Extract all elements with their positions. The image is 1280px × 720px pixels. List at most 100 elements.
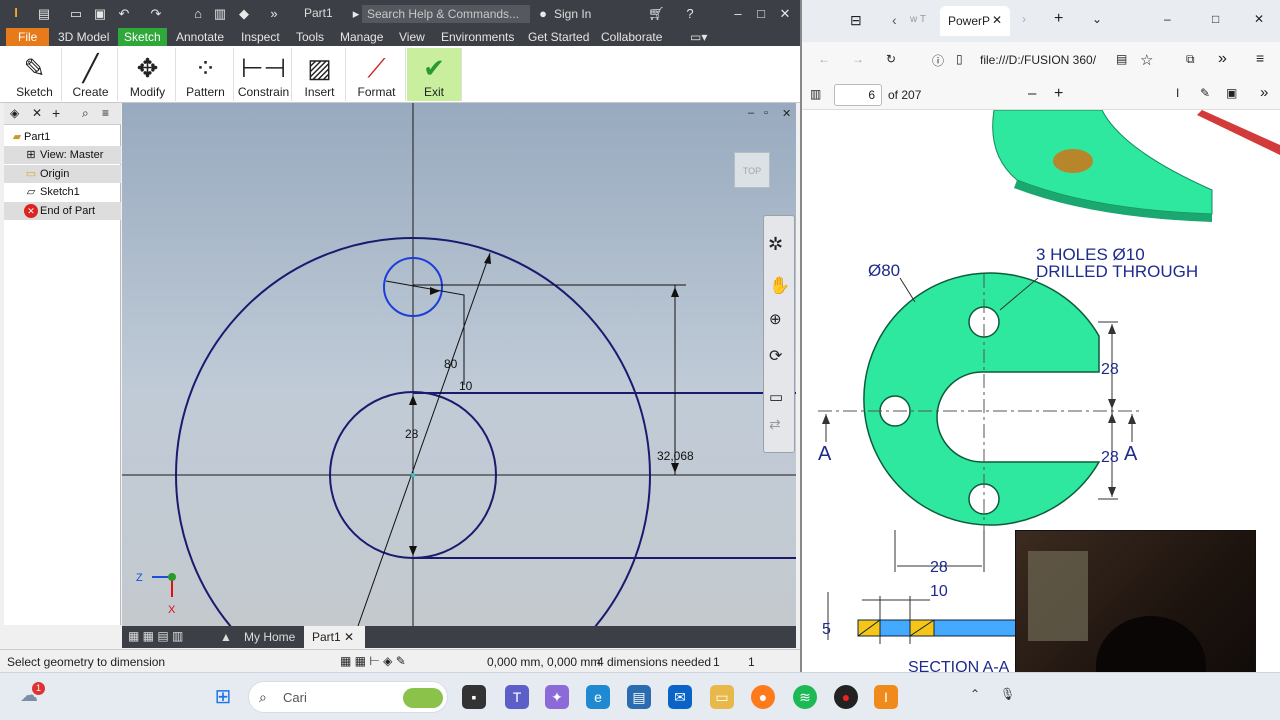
tab-annotate[interactable]: Annotate (170, 28, 230, 46)
address-bar[interactable]: file:///D:/FUSION 360/ (980, 53, 1096, 67)
steering-wheel-icon[interactable]: ✲ (768, 234, 783, 255)
pattern-button[interactable]: ⁘ Pattern (178, 48, 234, 101)
tab-tools[interactable]: Tools (290, 28, 330, 46)
tree-item-sketch[interactable]: ▱ Sketch1 (4, 183, 121, 201)
microphone-icon[interactable]: 🎙︎ (1000, 687, 1015, 701)
tree-item-origin[interactable]: ▭ Origin (4, 165, 121, 183)
tab-my-home[interactable]: My Home (236, 626, 303, 648)
browser-close-icon[interactable]: ✕ (1254, 12, 1264, 26)
settings-menu-icon[interactable]: ≡ (1256, 50, 1264, 66)
maximize-icon[interactable]: □ (753, 6, 769, 22)
sketch-button[interactable]: ✎ Sketch (8, 48, 62, 101)
create-button[interactable]: ╱ Create (64, 48, 118, 101)
minimize-icon[interactable]: – (730, 6, 746, 22)
favorite-icon[interactable]: ☆ (1140, 51, 1153, 69)
page-number-input[interactable]: 6 (834, 84, 882, 106)
prev-tab-title[interactable]: w T (910, 14, 926, 25)
more-icon[interactable]: » (266, 6, 282, 22)
zoom-icon[interactable]: ⊕ (769, 310, 782, 328)
active-tab-close-icon[interactable]: ✕ (992, 13, 1002, 27)
browser-maximize-icon[interactable]: □ (1212, 12, 1219, 26)
undo-icon[interactable]: ↶ (116, 6, 132, 22)
close-icon[interactable]: ✕ (777, 6, 793, 22)
graphics-viewport[interactable]: 80 10 28 32,068 Z X – ▫ ✕ TOP ✲ ✋ ⊕ ⟳ ▭ … (122, 103, 796, 626)
mail-icon[interactable]: ✉ (668, 685, 692, 709)
inventor-taskbar-icon[interactable]: I (874, 685, 898, 709)
inventor-logo-icon[interactable]: I (8, 5, 24, 21)
modify-button[interactable]: ✥ Modify (120, 48, 176, 101)
tile-icons[interactable]: ▦ ▦ ▤ ▥ (128, 629, 183, 643)
origin-point[interactable] (411, 473, 415, 477)
taskbar-search[interactable]: ⌕ Cari (248, 681, 448, 713)
tab-get-started[interactable]: Get Started (522, 28, 595, 46)
tab-file[interactable]: File (6, 28, 50, 46)
sketch-canvas[interactable]: 80 10 28 32,068 Z X (122, 103, 796, 626)
pan-icon[interactable]: ✋ (769, 276, 790, 296)
file-explorer-icon[interactable]: ▭ (710, 685, 734, 709)
save-icon[interactable]: ▣ (92, 6, 108, 22)
info-icon[interactable]: ⓘ (932, 52, 944, 69)
cart-icon[interactable]: 🛒︎ (648, 6, 665, 22)
file-icon[interactable]: ▯ (956, 52, 963, 66)
tab-manage[interactable]: Manage (334, 28, 389, 46)
home-icon[interactable]: ⌂ (190, 6, 206, 22)
dim-32-label[interactable]: 32,068 (657, 449, 694, 463)
insert-button[interactable]: ▨ Insert (294, 48, 346, 101)
tab-close-icon[interactable]: ✕ (344, 630, 354, 644)
tab-list-icon[interactable]: ⌄ (1092, 12, 1102, 26)
edge-icon[interactable]: e (586, 685, 610, 709)
viewport-restore-icon[interactable]: ▫ (764, 107, 768, 119)
store-icon[interactable]: ▤ (627, 685, 651, 709)
open-icon[interactable]: ▭ (68, 6, 84, 22)
reader-icon[interactable]: ▤ (1116, 52, 1127, 66)
menu-icon[interactable]: ≡ (102, 106, 109, 120)
search-icon[interactable]: ⌕ (82, 106, 89, 121)
zoom-out-icon[interactable]: – (1028, 85, 1036, 102)
constrain-button[interactable]: ⊢⊣ Constrain (236, 48, 292, 101)
record-icon[interactable]: ● (834, 685, 858, 709)
text-cursor-icon[interactable]: I (1176, 86, 1179, 100)
dim-80-label[interactable]: 80 (444, 357, 458, 371)
tab-actions-icon[interactable]: ⊟ (850, 12, 862, 29)
firefox-icon[interactable]: ● (751, 685, 775, 709)
new-file-icon[interactable]: ▤ (36, 6, 52, 22)
zoom-in-icon[interactable]: + (1054, 85, 1063, 103)
tree-item-view[interactable]: ⊞ View: Master (4, 146, 121, 164)
windows-start-icon[interactable]: ⊞ (211, 685, 235, 709)
more-tools-icon[interactable]: » (1218, 50, 1227, 68)
tab-environments[interactable]: Environments (435, 28, 520, 46)
close-browser-icon[interactable]: ✕ (32, 106, 42, 120)
active-tab[interactable]: PowerP ✕ (940, 6, 1010, 36)
tree-item-end-of-part[interactable]: ✕ End of Part (4, 202, 121, 220)
viewport-minimize-icon[interactable]: – (748, 107, 754, 119)
spotify-icon[interactable]: ≋ (793, 685, 817, 709)
viewcube[interactable]: TOP (734, 152, 770, 188)
copilot-icon[interactable]: ✦ (545, 685, 569, 709)
tab-part1[interactable]: Part1 (304, 626, 365, 648)
user-icon[interactable]: ● (535, 6, 551, 22)
forward-icon[interactable]: → (852, 52, 864, 66)
redo-icon[interactable]: ↷ (148, 6, 164, 22)
more-pdf-icon[interactable]: » (1260, 84, 1268, 101)
task-view-icon[interactable]: ▪ (462, 685, 486, 709)
exit-button[interactable]: ✔ Exit (407, 48, 462, 101)
dim-28-label[interactable]: 28 (405, 427, 419, 441)
tab-3d-model[interactable]: 3D Model (52, 28, 115, 46)
tab-back-icon[interactable]: ‹ (892, 12, 897, 28)
sign-in-link[interactable]: Sign In (554, 7, 591, 21)
tab-sketch[interactable]: Sketch (118, 28, 167, 46)
material-icon[interactable]: ◆ (236, 6, 252, 22)
print-icon[interactable]: ▥ (212, 6, 228, 22)
arrows-icon[interactable]: ⇄ (769, 416, 781, 433)
new-tab-icon[interactable]: + (1054, 10, 1063, 28)
viewport-close-icon[interactable]: ✕ (782, 107, 791, 120)
add-icon[interactable]: + (52, 105, 60, 121)
browser-minimize-icon[interactable]: – (1164, 12, 1171, 26)
tab-inspect[interactable]: Inspect (235, 28, 286, 46)
tab-collaborate[interactable]: Collaborate (595, 28, 668, 46)
tab-view[interactable]: View (393, 28, 431, 46)
tray-chevron-icon[interactable]: ⌃ (970, 687, 980, 701)
status-tool-icons[interactable]: ▦ ▦ ⊢ ◈ ✎ (340, 654, 406, 668)
dim-10-label[interactable]: 10 (459, 379, 473, 393)
extensions-icon[interactable]: ⧉ (1186, 52, 1195, 67)
